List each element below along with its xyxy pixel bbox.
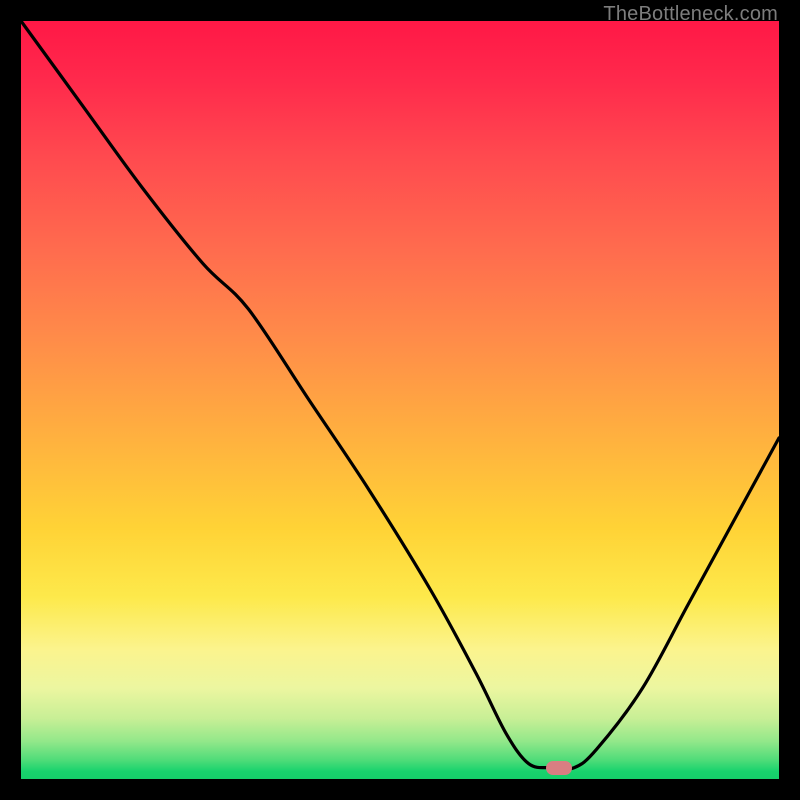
optimal-point-marker — [546, 761, 572, 775]
watermark-text: TheBottleneck.com — [603, 3, 778, 26]
bottleneck-curve — [21, 21, 779, 779]
plot-area — [21, 21, 779, 779]
curve-path — [21, 21, 779, 769]
chart-frame: TheBottleneck.com — [0, 0, 800, 800]
